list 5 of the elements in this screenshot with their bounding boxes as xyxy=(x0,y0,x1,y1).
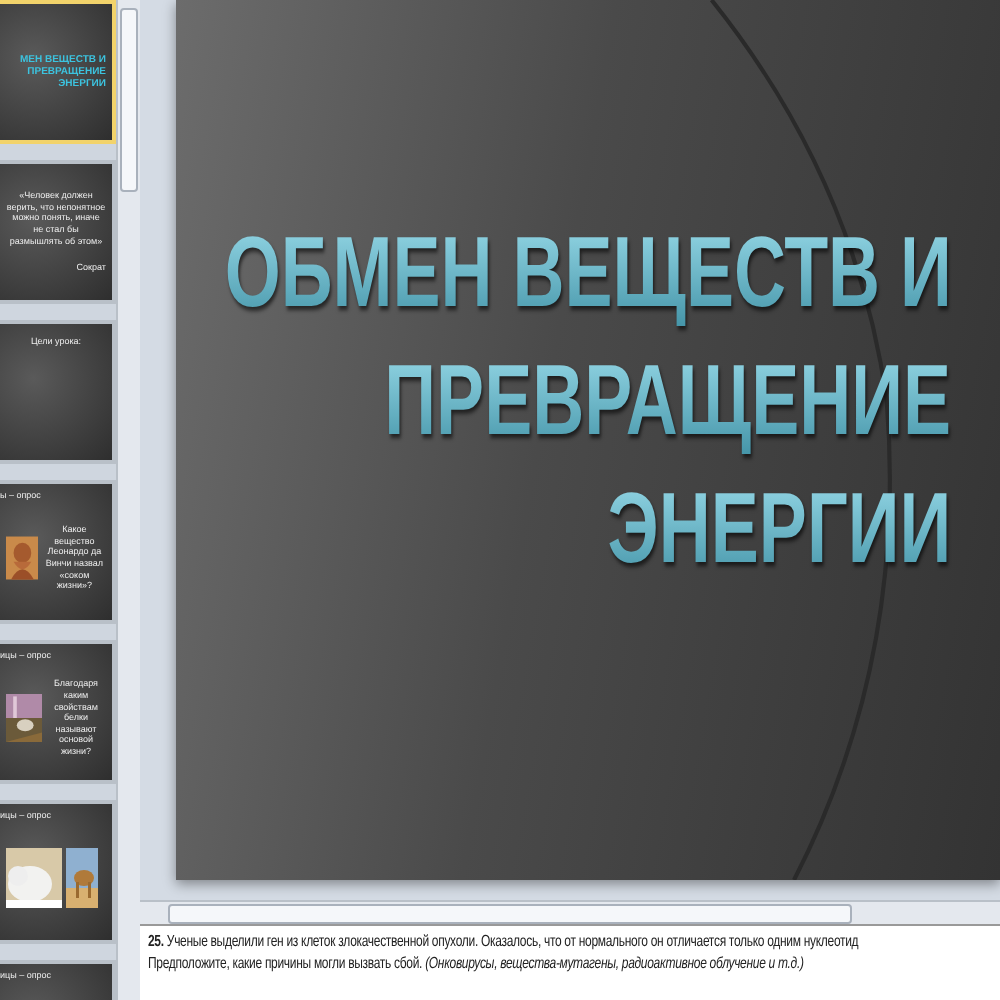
notes-pane[interactable] xyxy=(140,924,1000,1000)
notes-text: 25. Ученые выделили ген из клеток злокачественной опухоли. Оказалось, что от нормального он отличается только одним нуклеотид xyxy=(148,930,859,952)
horizontal-scrollbar[interactable] xyxy=(140,900,1000,924)
notes-text: Предположите, какие причины могли вызвать сбой. (Онковирусы, вещества-мутагены, радиоактивное облучение и т.д.) xyxy=(148,952,804,974)
vertical-scrollbar[interactable] xyxy=(116,0,140,1000)
